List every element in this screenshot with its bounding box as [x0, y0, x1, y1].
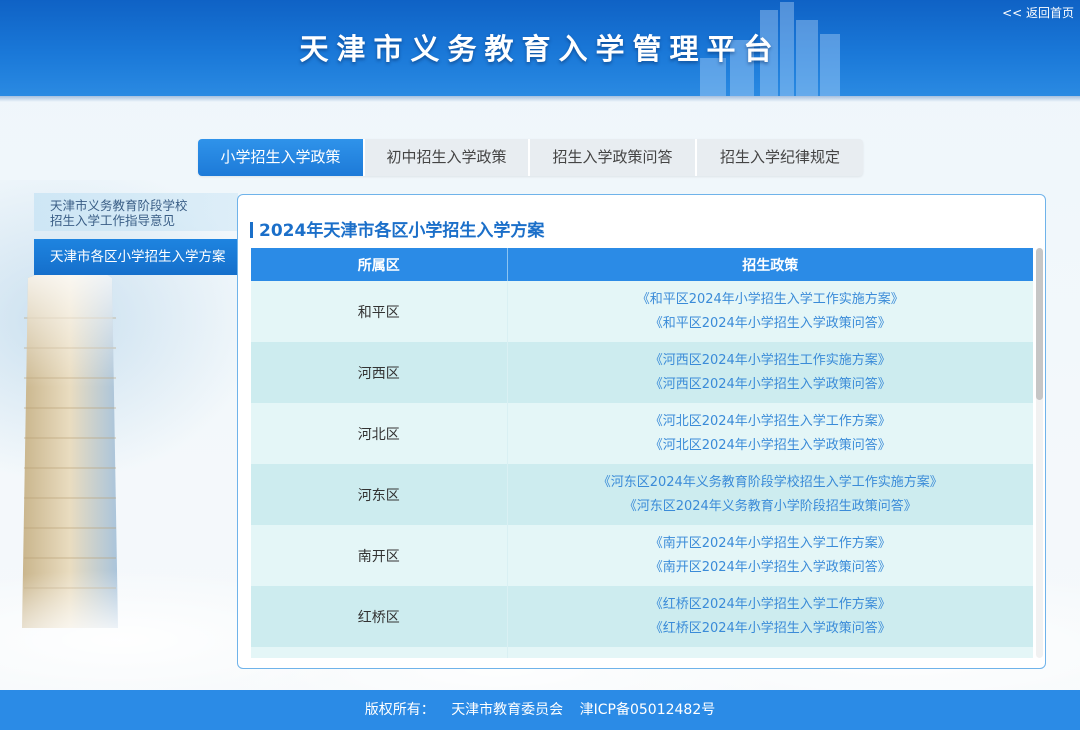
district-cell: 河北区 — [251, 403, 508, 464]
tab-policy-qa[interactable]: 招生入学政策问答 — [530, 139, 697, 176]
policy-cell: 《红桥区2024年小学招生入学工作方案》 《红桥区2024年小学招生入学政策问答… — [507, 586, 1033, 647]
policy-cell: 《河东区2024年义务教育阶段学校招生入学工作实施方案》 《河东区2024年义务… — [507, 464, 1033, 525]
back-home-link[interactable]: << 返回首页 — [1002, 4, 1074, 21]
sidebar-item-label-line1: 天津市义务教育阶段学校 — [50, 198, 188, 213]
table-row — [251, 647, 1033, 658]
district-cell: 红桥区 — [251, 586, 508, 647]
policy-tabs: 小学招生入学政策 初中招生入学政策 招生入学政策问答 招生入学纪律规定 — [198, 139, 863, 176]
table-row: 河东区 《河东区2024年义务教育阶段学校招生入学工作实施方案》 《河东区202… — [251, 464, 1033, 525]
sidebar-item-guidance[interactable]: 天津市义务教育阶段学校 招生入学工作指导意见 — [34, 193, 238, 231]
policy-link[interactable]: 《和平区2024年小学招生入学工作实施方案》 — [508, 288, 1034, 312]
district-cell: 河西区 — [251, 342, 508, 403]
sidebar-item-district-plans[interactable]: 天津市各区小学招生入学方案 — [34, 239, 238, 275]
column-header-district: 所属区 — [251, 248, 508, 281]
policy-link[interactable]: 《南开区2024年小学招生入学工作方案》 — [508, 532, 1034, 556]
section-title-text: 2024年天津市各区小学招生入学方案 — [259, 221, 545, 241]
content-panel: 2024年天津市各区小学招生入学方案 所属区 招生政策 和平区 《和平区2024… — [237, 194, 1046, 669]
policy-link[interactable]: 《红桥区2024年小学招生入学政策问答》 — [508, 617, 1034, 641]
page-header: 天津市义务教育入学管理平台 << 返回首页 — [0, 0, 1080, 96]
policy-link[interactable]: 《和平区2024年小学招生入学政策问答》 — [508, 312, 1034, 336]
title-bar-marker — [250, 222, 253, 238]
policy-link[interactable]: 《河东区2024年义务教育小学阶段招生政策问答》 — [508, 495, 1034, 519]
sidebar-item-label: 天津市各区小学招生入学方案 — [50, 249, 226, 265]
policy-link[interactable]: 《河西区2024年小学招生工作实施方案》 — [508, 349, 1034, 373]
policy-link[interactable]: 《河西区2024年小学招生入学政策问答》 — [508, 373, 1034, 397]
policy-cell: 《和平区2024年小学招生入学工作实施方案》 《和平区2024年小学招生入学政策… — [507, 281, 1033, 342]
copyright-owner: 天津市教育委员会 — [451, 702, 564, 718]
policy-link[interactable]: 《河北区2024年小学招生入学工作方案》 — [508, 410, 1034, 434]
column-header-policy: 招生政策 — [507, 248, 1033, 281]
section-title: 2024年天津市各区小学招生入学方案 — [250, 216, 544, 241]
table-row: 河西区 《河西区2024年小学招生工作实施方案》 《河西区2024年小学招生入学… — [251, 342, 1033, 403]
scrollbar-thumb[interactable] — [1036, 248, 1043, 400]
district-policy-table: 所属区 招生政策 和平区 《和平区2024年小学招生入学工作实施方案》 《和平区… — [251, 248, 1033, 658]
table-row: 和平区 《和平区2024年小学招生入学工作实施方案》 《和平区2024年小学招生… — [251, 281, 1033, 342]
header-shadow — [0, 96, 1080, 102]
district-cell: 和平区 — [251, 281, 508, 342]
policy-cell: 《河北区2024年小学招生入学工作方案》 《河北区2024年小学招生入学政策问答… — [507, 403, 1033, 464]
policy-cell: 《南开区2024年小学招生入学工作方案》 《南开区2024年小学招生入学政策问答… — [507, 525, 1033, 586]
policy-link[interactable]: 《红桥区2024年小学招生入学工作方案》 — [508, 593, 1034, 617]
district-cell — [251, 647, 508, 658]
table-row: 河北区 《河北区2024年小学招生入学工作方案》 《河北区2024年小学招生入学… — [251, 403, 1033, 464]
table-row: 红桥区 《红桥区2024年小学招生入学工作方案》 《红桥区2024年小学招生入学… — [251, 586, 1033, 647]
table-row: 南开区 《南开区2024年小学招生入学工作方案》 《南开区2024年小学招生入学… — [251, 525, 1033, 586]
tab-junior-high-policy[interactable]: 初中招生入学政策 — [365, 139, 530, 176]
district-cell: 南开区 — [251, 525, 508, 586]
policy-link[interactable]: 《河北区2024年小学招生入学政策问答》 — [508, 434, 1034, 458]
sidebar-item-label-line2: 招生入学工作指导意见 — [50, 213, 176, 228]
policy-cell — [507, 647, 1033, 658]
policy-link[interactable]: 《河东区2024年义务教育阶段学校招生入学工作实施方案》 — [508, 471, 1034, 495]
district-cell: 河东区 — [251, 464, 508, 525]
policy-link[interactable]: 《南开区2024年小学招生入学政策问答》 — [508, 556, 1034, 580]
policy-cell: 《河西区2024年小学招生工作实施方案》 《河西区2024年小学招生入学政策问答… — [507, 342, 1033, 403]
tab-primary-school-policy[interactable]: 小学招生入学政策 — [198, 139, 365, 176]
page-title: 天津市义务教育入学管理平台 — [299, 32, 781, 66]
page-footer: 版权所有： 天津市教育委员会 津ICP备05012482号 — [0, 690, 1080, 730]
copyright-label: 版权所有： — [364, 702, 435, 718]
tab-discipline-rules[interactable]: 招生入学纪律规定 — [697, 139, 863, 176]
district-table-container: 所属区 招生政策 和平区 《和平区2024年小学招生入学工作实施方案》 《和平区… — [251, 248, 1033, 658]
table-header-row: 所属区 招生政策 — [251, 248, 1033, 281]
icp-number[interactable]: 津ICP备05012482号 — [580, 702, 716, 718]
